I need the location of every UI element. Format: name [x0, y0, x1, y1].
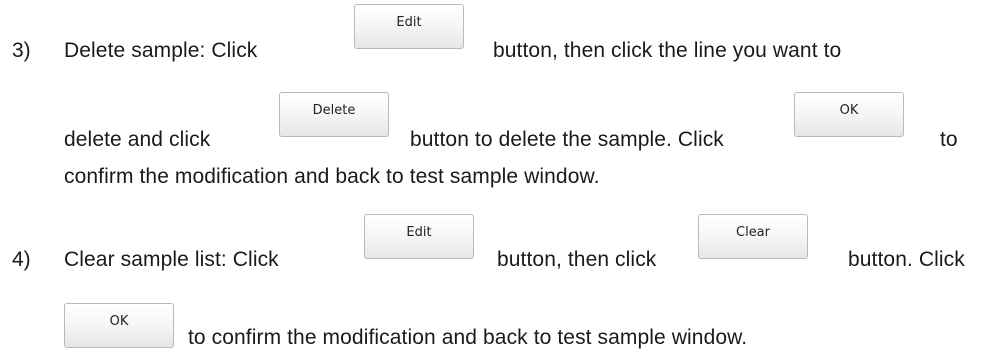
item-number-4: 4)	[12, 248, 31, 271]
item3-line1-text-a: Delete sample: Click	[64, 39, 258, 62]
delete-button-image: Delete	[279, 92, 389, 137]
item4-line1-text-c: button. Click	[848, 248, 965, 271]
ok-button-image: OK	[794, 92, 904, 137]
item3-line2-text-b: button to delete the sample. Click	[410, 128, 724, 151]
item4-line1-text-b: button, then click	[497, 248, 657, 271]
item3-line3-text: confirm the modification and back to tes…	[64, 165, 600, 188]
item4-line2-text: to confirm the modification and back to …	[188, 326, 748, 349]
edit-button-image: Edit	[364, 214, 474, 259]
clear-button-image: Clear	[698, 214, 808, 259]
document-page: 3) Delete sample: Click Edit button, the…	[0, 0, 998, 356]
ok-button-image: OK	[64, 303, 174, 348]
item3-line1-text-b: button, then click the line you want to	[493, 39, 842, 62]
edit-button-image: Edit	[354, 4, 464, 49]
item-number-3: 3)	[12, 39, 31, 62]
item4-line1-text-a: Clear sample list: Click	[64, 248, 279, 271]
item3-line2-text-c: to	[940, 128, 958, 151]
item3-line2-text-a: delete and click	[64, 128, 211, 151]
